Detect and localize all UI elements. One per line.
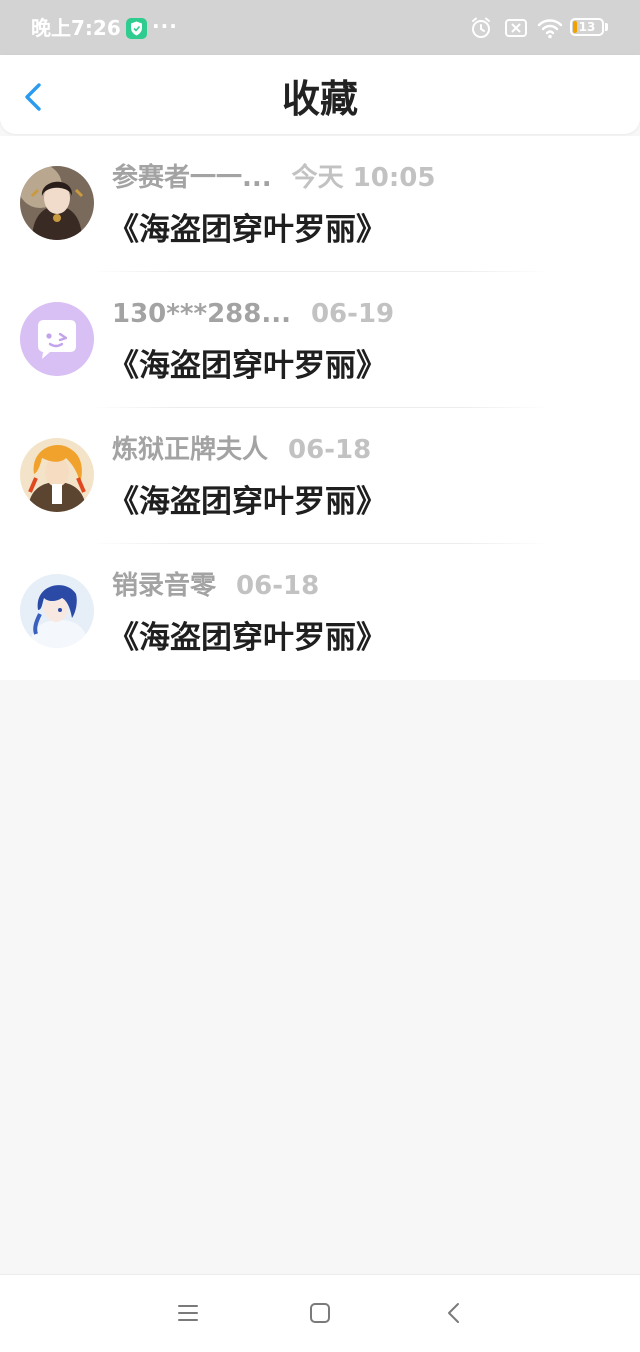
avatar[interactable] [20, 166, 94, 240]
avatar[interactable] [20, 302, 94, 376]
timestamp: 06-19 [310, 299, 395, 329]
home-button[interactable] [306, 1299, 334, 1327]
chevron-left-icon [25, 83, 41, 111]
username: 参赛者一一... [112, 163, 272, 193]
list-item[interactable]: 130***288... 06-19 《海盗团穿叶罗丽》 [0, 272, 640, 408]
timestamp: 06-18 [236, 571, 320, 601]
wifi-icon [537, 19, 563, 39]
item-meta: 销录音零 06-18 [112, 568, 319, 604]
status-bar: 晚上7:26 ··· 13 [0, 0, 640, 55]
avatar[interactable] [20, 438, 94, 512]
story-title[interactable]: 《海盗团穿叶罗丽》 [108, 480, 387, 524]
username: 130***288... [112, 299, 291, 329]
battery-tip [605, 23, 608, 31]
system-back-button[interactable] [440, 1299, 468, 1327]
username: 炼狱正牌夫人 [112, 435, 269, 465]
timestamp: 今天 10:05 [291, 163, 436, 193]
header: 收藏 [0, 55, 640, 134]
chevron-left-icon [448, 1303, 459, 1323]
favorites-list: 参赛者一一... 今天 10:05 《海盗团穿叶罗丽》 130***288...… [0, 136, 640, 680]
alarm-icon [472, 17, 490, 38]
shield-app-icon [126, 18, 147, 39]
timestamp: 06-18 [288, 435, 372, 465]
more-notifications-icon: ··· [152, 14, 178, 38]
list-item[interactable]: 销录音零 06-18 《海盗团穿叶罗丽》 [0, 544, 640, 680]
story-title[interactable]: 《海盗团穿叶罗丽》 [108, 344, 387, 388]
page-title: 收藏 [281, 77, 358, 121]
square-icon [310, 1303, 330, 1323]
system-nav-bar [0, 1274, 640, 1352]
avatar[interactable] [20, 574, 94, 648]
item-meta: 130***288... 06-19 [112, 296, 394, 332]
status-time: 晚上7:26 [31, 16, 121, 40]
battery-level: 13 [578, 20, 596, 34]
battery-icon: 13 [570, 18, 604, 36]
no-sim-icon [505, 19, 527, 37]
list-item[interactable]: 参赛者一一... 今天 10:05 《海盗团穿叶罗丽》 [0, 136, 640, 272]
menu-icon [178, 1305, 198, 1321]
story-title[interactable]: 《海盗团穿叶罗丽》 [108, 208, 387, 252]
recent-apps-button[interactable] [174, 1299, 202, 1327]
story-title[interactable]: 《海盗团穿叶罗丽》 [108, 616, 387, 660]
username: 销录音零 [112, 571, 217, 601]
item-meta: 炼狱正牌夫人 06-18 [112, 432, 371, 468]
back-button[interactable] [14, 77, 54, 117]
list-item[interactable]: 炼狱正牌夫人 06-18 《海盗团穿叶罗丽》 [0, 408, 640, 544]
item-meta: 参赛者一一... 今天 10:05 [112, 160, 435, 196]
